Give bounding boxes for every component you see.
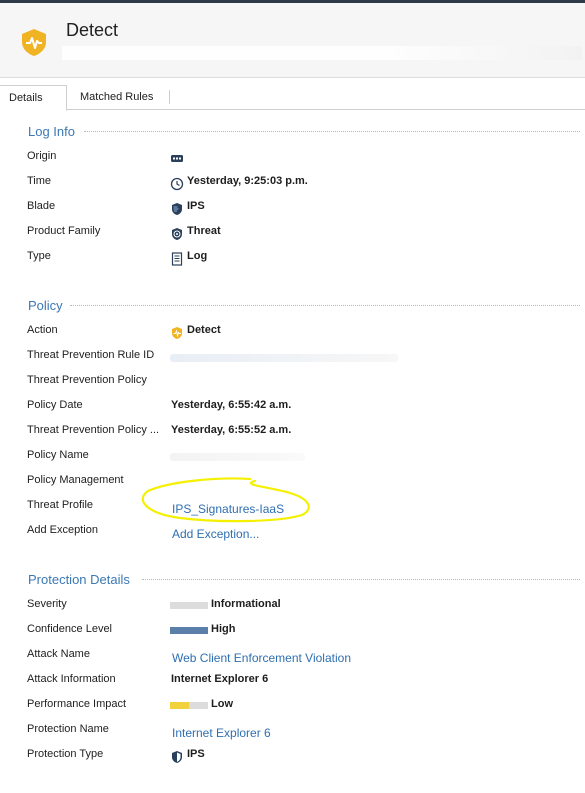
redacted-policy-name xyxy=(170,453,305,461)
ips-shield-icon xyxy=(172,751,182,763)
redacted-subtitle xyxy=(62,46,582,60)
tab-bar: Details Matched Rules xyxy=(0,85,585,111)
label-blade: Blade xyxy=(27,200,56,212)
value-type: Log xyxy=(187,250,208,262)
value-severity: Informational xyxy=(211,598,281,610)
label-add-exception: Add Exception xyxy=(27,524,98,536)
label-severity: Severity xyxy=(27,598,67,610)
label-protection-type: Protection Type xyxy=(27,748,104,760)
label-origin: Origin xyxy=(27,150,57,162)
redacted-rule-id xyxy=(170,354,398,362)
detect-shield-icon xyxy=(22,29,46,56)
gateway-icon xyxy=(171,155,183,162)
label-time: Time xyxy=(27,175,52,187)
label-performance-impact: Performance Impact xyxy=(27,698,127,710)
value-policy-date: Yesterday, 6:55:42 a.m. xyxy=(171,399,292,411)
section-title-policy: Policy xyxy=(28,298,63,313)
section-divider xyxy=(142,579,580,580)
value-attack-information: Internet Explorer 6 xyxy=(171,673,269,685)
log-icon xyxy=(171,252,183,266)
section-divider xyxy=(70,305,580,306)
value-threat-prevention-policy-date: Yesterday, 6:55:52 a.m. xyxy=(171,424,292,436)
severity-level-bar xyxy=(170,602,208,609)
tab-divider xyxy=(169,90,170,104)
detect-icon xyxy=(172,327,182,339)
value-confidence-level: High xyxy=(211,623,236,635)
section-title-protection-details: Protection Details xyxy=(28,572,130,587)
value-product-family: Threat xyxy=(187,225,221,237)
label-action: Action xyxy=(27,324,58,336)
link-protection-name[interactable]: Internet Explorer 6 xyxy=(172,726,271,740)
label-confidence-level: Confidence Level xyxy=(27,623,113,635)
label-protection-name: Protection Name xyxy=(27,723,109,735)
value-performance-impact: Low xyxy=(211,698,233,710)
tab-details[interactable]: Details xyxy=(0,85,67,111)
page-title: Detect xyxy=(66,20,119,40)
value-blade: IPS xyxy=(187,200,205,212)
tab-matched-rules[interactable]: Matched Rules xyxy=(80,85,170,110)
link-attack-name[interactable]: Web Client Enforcement Violation xyxy=(172,651,351,665)
label-policy-name: Policy Name xyxy=(27,449,89,461)
label-rule-id: Threat Prevention Rule ID xyxy=(27,349,155,361)
label-threat-prevention-policy: Threat Prevention Policy xyxy=(27,374,147,386)
value-time: Yesterday, 9:25:03 p.m. xyxy=(187,175,308,187)
label-threat-prevention-policy-date: Threat Prevention Policy ... xyxy=(27,424,160,436)
label-type: Type xyxy=(27,250,51,262)
label-attack-information: Attack Information xyxy=(27,673,116,685)
clock-icon xyxy=(170,177,184,191)
highlight-annotation xyxy=(141,477,310,523)
value-protection-type: IPS xyxy=(187,748,205,760)
link-add-exception[interactable]: Add Exception... xyxy=(172,527,259,541)
label-product-family: Product Family xyxy=(27,225,101,237)
ips-shield-icon xyxy=(172,203,182,215)
confidence-level-bar xyxy=(170,627,208,634)
value-action: Detect xyxy=(187,324,221,336)
label-policy-date: Policy Date xyxy=(27,399,83,411)
section-divider xyxy=(84,131,580,132)
log-header: Detect xyxy=(0,3,585,78)
section-title-log-info: Log Info xyxy=(28,124,75,139)
threat-icon xyxy=(172,228,182,240)
performance-impact-bar xyxy=(170,702,208,709)
label-attack-name: Attack Name xyxy=(27,648,90,660)
